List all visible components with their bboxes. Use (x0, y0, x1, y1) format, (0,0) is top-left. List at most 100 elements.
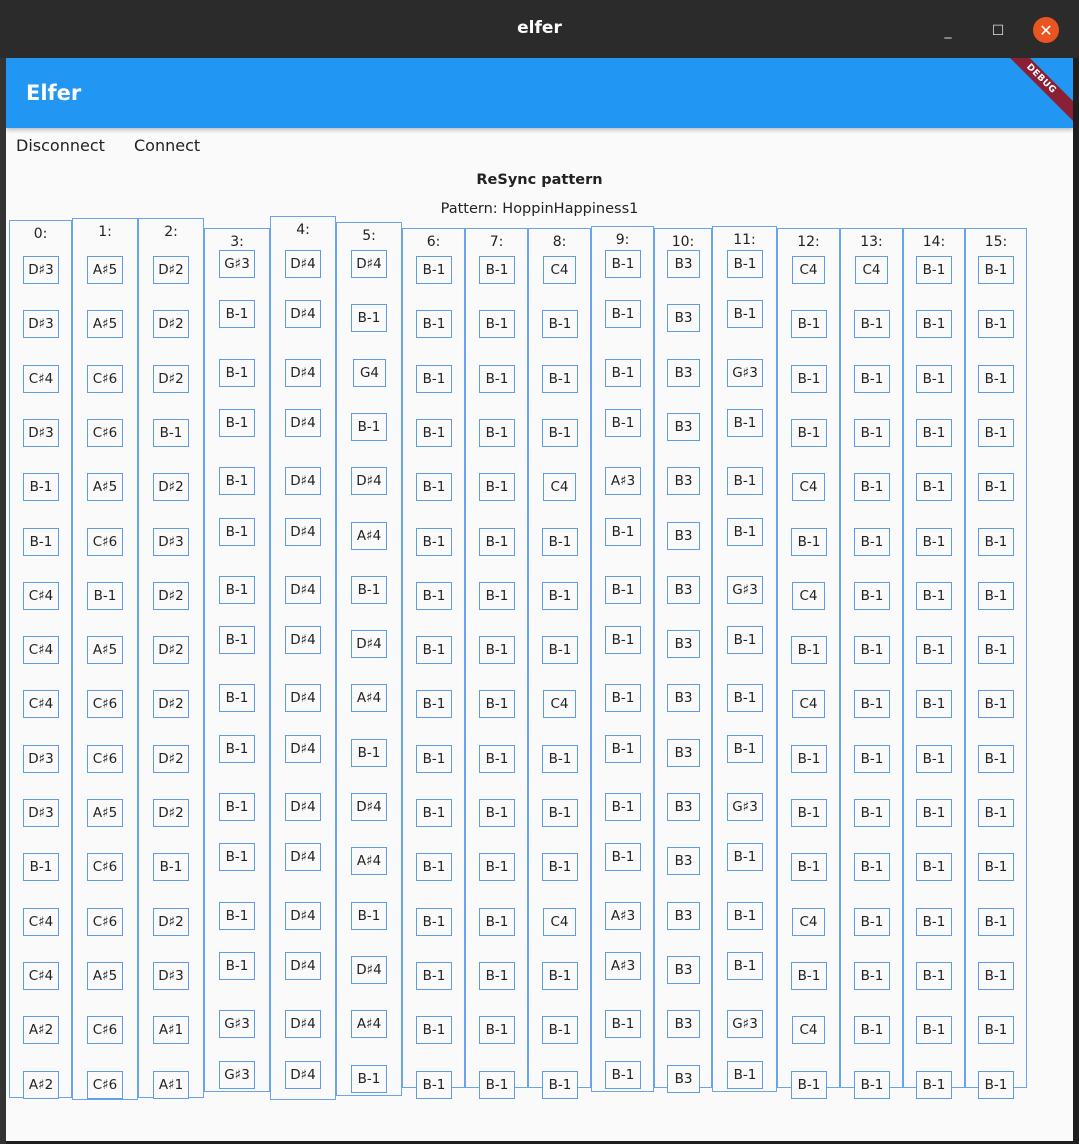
note-cell[interactable]: G♯3 (727, 576, 763, 604)
note-cell[interactable]: C♯6 (87, 419, 123, 447)
note-cell[interactable]: D♯3 (153, 528, 189, 556)
note-cell[interactable]: B-1 (219, 576, 255, 604)
note-cell[interactable]: B-1 (605, 518, 641, 546)
note-cell[interactable]: B-1 (605, 250, 641, 278)
note-cell[interactable]: B-1 (605, 793, 641, 821)
note-cell[interactable]: B-1 (854, 419, 890, 447)
note-cell[interactable]: A♯2 (23, 1016, 59, 1044)
note-cell[interactable]: D♯2 (153, 310, 189, 338)
note-cell[interactable]: B-1 (605, 626, 641, 654)
note-cell[interactable]: B-1 (416, 745, 452, 773)
note-cell[interactable]: B-1 (605, 409, 641, 437)
note-cell[interactable]: B-1 (978, 636, 1014, 664)
note-cell[interactable]: A♯2 (23, 1071, 59, 1099)
note-cell[interactable]: B-1 (153, 419, 189, 447)
note-cell[interactable]: B-1 (854, 853, 890, 881)
note-cell[interactable]: A♯3 (605, 467, 641, 495)
note-cell[interactable]: B-1 (727, 409, 763, 437)
note-cell[interactable]: B3 (667, 359, 700, 387)
note-cell[interactable]: B-1 (479, 690, 515, 718)
note-cell[interactable]: D♯4 (351, 250, 387, 278)
minimize-icon[interactable]: _ (936, 19, 960, 43)
note-cell[interactable]: B-1 (916, 256, 952, 284)
note-cell[interactable]: B-1 (153, 853, 189, 881)
note-cell[interactable]: B-1 (219, 793, 255, 821)
note-cell[interactable]: B-1 (542, 582, 578, 610)
note-cell[interactable]: B-1 (87, 582, 123, 610)
note-cell[interactable]: B-1 (978, 582, 1014, 610)
connect-button[interactable]: Connect (134, 136, 200, 155)
note-cell[interactable]: B-1 (978, 690, 1014, 718)
note-cell[interactable]: D♯2 (153, 582, 189, 610)
note-cell[interactable]: D♯4 (351, 956, 387, 984)
note-cell[interactable]: B-1 (605, 843, 641, 871)
note-cell[interactable]: B3 (667, 1065, 700, 1093)
note-cell[interactable]: B-1 (219, 843, 255, 871)
note-cell[interactable]: B-1 (416, 310, 452, 338)
note-cell[interactable]: C♯4 (23, 582, 59, 610)
note-cell[interactable]: B3 (667, 413, 700, 441)
note-cell[interactable]: D♯4 (285, 300, 321, 328)
note-cell[interactable]: B-1 (727, 467, 763, 495)
note-cell[interactable]: B3 (667, 956, 700, 984)
note-cell[interactable]: D♯4 (285, 843, 321, 871)
note-cell[interactable]: G♯3 (219, 1010, 255, 1038)
note-cell[interactable]: B-1 (854, 908, 890, 936)
note-cell[interactable]: B-1 (479, 528, 515, 556)
note-cell[interactable]: A♯4 (351, 1010, 387, 1038)
note-cell[interactable]: B-1 (916, 365, 952, 393)
note-cell[interactable]: B-1 (416, 528, 452, 556)
note-cell[interactable]: B-1 (479, 799, 515, 827)
note-cell[interactable]: D♯4 (285, 952, 321, 980)
note-cell[interactable]: B-1 (219, 626, 255, 654)
note-cell[interactable]: D♯3 (153, 962, 189, 990)
note-cell[interactable]: B-1 (542, 528, 578, 556)
note-cell[interactable]: A♯1 (153, 1071, 189, 1099)
note-cell[interactable]: D♯2 (153, 799, 189, 827)
note-cell[interactable]: B-1 (542, 636, 578, 664)
note-cell[interactable]: B-1 (416, 256, 452, 284)
note-cell[interactable]: D♯2 (153, 365, 189, 393)
note-cell[interactable]: B-1 (605, 684, 641, 712)
note-cell[interactable]: D♯4 (285, 1061, 321, 1089)
note-cell[interactable]: B-1 (605, 735, 641, 763)
note-cell[interactable]: D♯2 (153, 473, 189, 501)
resync-pattern-button[interactable]: ReSync pattern (6, 172, 1073, 188)
note-cell[interactable]: B-1 (542, 962, 578, 990)
note-cell[interactable]: B-1 (978, 799, 1014, 827)
note-cell[interactable]: B3 (667, 630, 700, 658)
note-cell[interactable]: B-1 (219, 409, 255, 437)
note-cell[interactable]: B-1 (351, 413, 387, 441)
note-cell[interactable]: B-1 (542, 1016, 578, 1044)
note-cell[interactable]: B-1 (978, 1071, 1014, 1099)
note-cell[interactable]: B-1 (416, 365, 452, 393)
note-cell[interactable]: B-1 (219, 300, 255, 328)
note-cell[interactable]: B-1 (916, 528, 952, 556)
note-cell[interactable]: B-1 (542, 1071, 578, 1099)
note-cell[interactable]: B-1 (605, 300, 641, 328)
note-cell[interactable]: B-1 (542, 799, 578, 827)
note-cell[interactable]: D♯3 (23, 256, 59, 284)
note-cell[interactable]: B-1 (978, 853, 1014, 881)
note-cell[interactable]: B-1 (916, 419, 952, 447)
note-cell[interactable]: B-1 (479, 853, 515, 881)
note-cell[interactable]: B-1 (916, 636, 952, 664)
note-cell[interactable]: A♯4 (351, 522, 387, 550)
note-cell[interactable]: D♯4 (285, 626, 321, 654)
note-cell[interactable]: C♯4 (23, 690, 59, 718)
note-cell[interactable]: B-1 (351, 576, 387, 604)
note-cell[interactable]: B-1 (727, 684, 763, 712)
note-cell[interactable]: B-1 (854, 473, 890, 501)
note-cell[interactable]: B-1 (791, 962, 827, 990)
note-cell[interactable]: B-1 (605, 359, 641, 387)
note-cell[interactable]: G♯3 (727, 359, 763, 387)
note-cell[interactable]: B-1 (791, 636, 827, 664)
note-cell[interactable]: A♯5 (87, 636, 123, 664)
note-cell[interactable]: B-1 (479, 962, 515, 990)
note-cell[interactable]: C4 (792, 1016, 825, 1044)
note-cell[interactable]: G♯3 (727, 793, 763, 821)
note-cell[interactable]: B-1 (479, 256, 515, 284)
note-cell[interactable]: B-1 (978, 365, 1014, 393)
note-cell[interactable]: D♯2 (153, 256, 189, 284)
note-cell[interactable]: B-1 (791, 853, 827, 881)
